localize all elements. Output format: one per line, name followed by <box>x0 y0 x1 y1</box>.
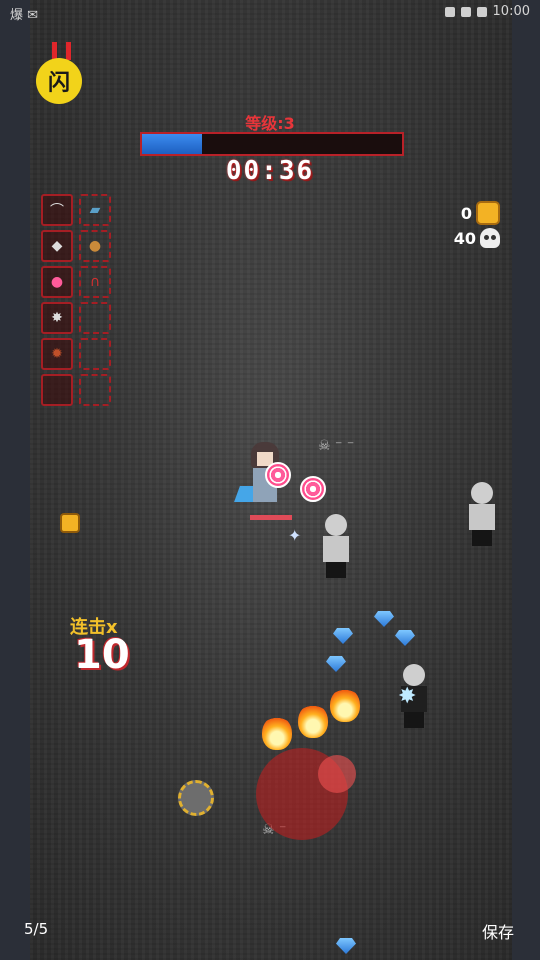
battery-icon <box>476 6 487 17</box>
kill-counter: 40 <box>454 228 500 248</box>
bomb-icon: ✹ <box>51 346 63 362</box>
left-frame <box>0 0 30 960</box>
bones-decor: ☠ ⁻ ⁻ <box>318 438 355 454</box>
pause-button-label: 闪 <box>47 71 70 96</box>
fire-projectile <box>298 704 328 738</box>
level-label: 等级:3 <box>245 114 295 133</box>
ice-burst-effect: ✸ <box>398 684 417 709</box>
fire-projectile <box>262 716 292 750</box>
weapon-slot-4: ✸ <box>41 302 73 334</box>
weapon-slot-5: ✹ <box>41 338 73 370</box>
weapon-slot-1: ⌒ <box>41 194 73 226</box>
coin-counter: 0 <box>461 201 500 225</box>
joystick-knob[interactable] <box>318 755 356 793</box>
status-right: 10:00 <box>444 4 530 19</box>
signal-icon <box>460 6 471 17</box>
player-health-bar <box>250 515 292 520</box>
status-bar: 爆 ✉ 10:00 <box>0 0 540 24</box>
helmet-icon: ▰ <box>89 202 101 218</box>
passive-slot-2: ● <box>79 230 111 262</box>
fire-projectile <box>330 688 360 722</box>
spiked-mace-pickup <box>178 780 214 816</box>
xp-bar-fill <box>142 134 202 154</box>
lollipop-projectile <box>300 476 326 502</box>
magnet-icon: ∩ <box>89 274 101 290</box>
zombie-enemy <box>320 514 350 580</box>
combo-value: 10 <box>74 632 130 678</box>
star-icon: ◆ <box>51 238 63 254</box>
lollipop-projectile <box>265 462 291 488</box>
zombie-enemy <box>466 482 496 548</box>
timer: 00:36 <box>225 156 315 186</box>
coin-count: 0 <box>460 203 472 223</box>
gold-coin-drop <box>60 513 80 533</box>
lollipop-icon: ● <box>50 274 64 290</box>
status-time: 10:00 <box>492 4 530 19</box>
weapon-slot-6 <box>41 374 73 406</box>
passive-slot-6 <box>79 374 111 406</box>
shuriken-projectile: ✦ <box>288 526 302 545</box>
whip-icon: ⌒ <box>50 203 64 219</box>
status-left: 爆 ✉ <box>10 8 39 23</box>
save-button[interactable]: 保存 <box>482 919 514 943</box>
weapon-slot-3: ● <box>41 266 73 298</box>
weapon-slot-2: ◆ <box>41 230 73 262</box>
passive-slot-3: ∩ <box>79 266 111 298</box>
mace-icon: ✸ <box>51 310 63 326</box>
bread-icon: ● <box>88 238 102 254</box>
wifi-icon <box>444 6 455 17</box>
coin-icon <box>476 201 500 225</box>
passive-slot-5 <box>79 338 111 370</box>
kill-count: 40 <box>453 228 476 248</box>
passive-slot-4 <box>79 302 111 334</box>
page-indicator: 5/5 <box>24 920 49 938</box>
passive-slot-1: ▰ <box>79 194 111 226</box>
xp-bar <box>140 132 404 156</box>
right-frame <box>512 0 540 960</box>
skull-icon <box>480 228 500 248</box>
pause-bar-right <box>66 42 71 60</box>
pause-button[interactable]: 闪 <box>36 58 82 104</box>
